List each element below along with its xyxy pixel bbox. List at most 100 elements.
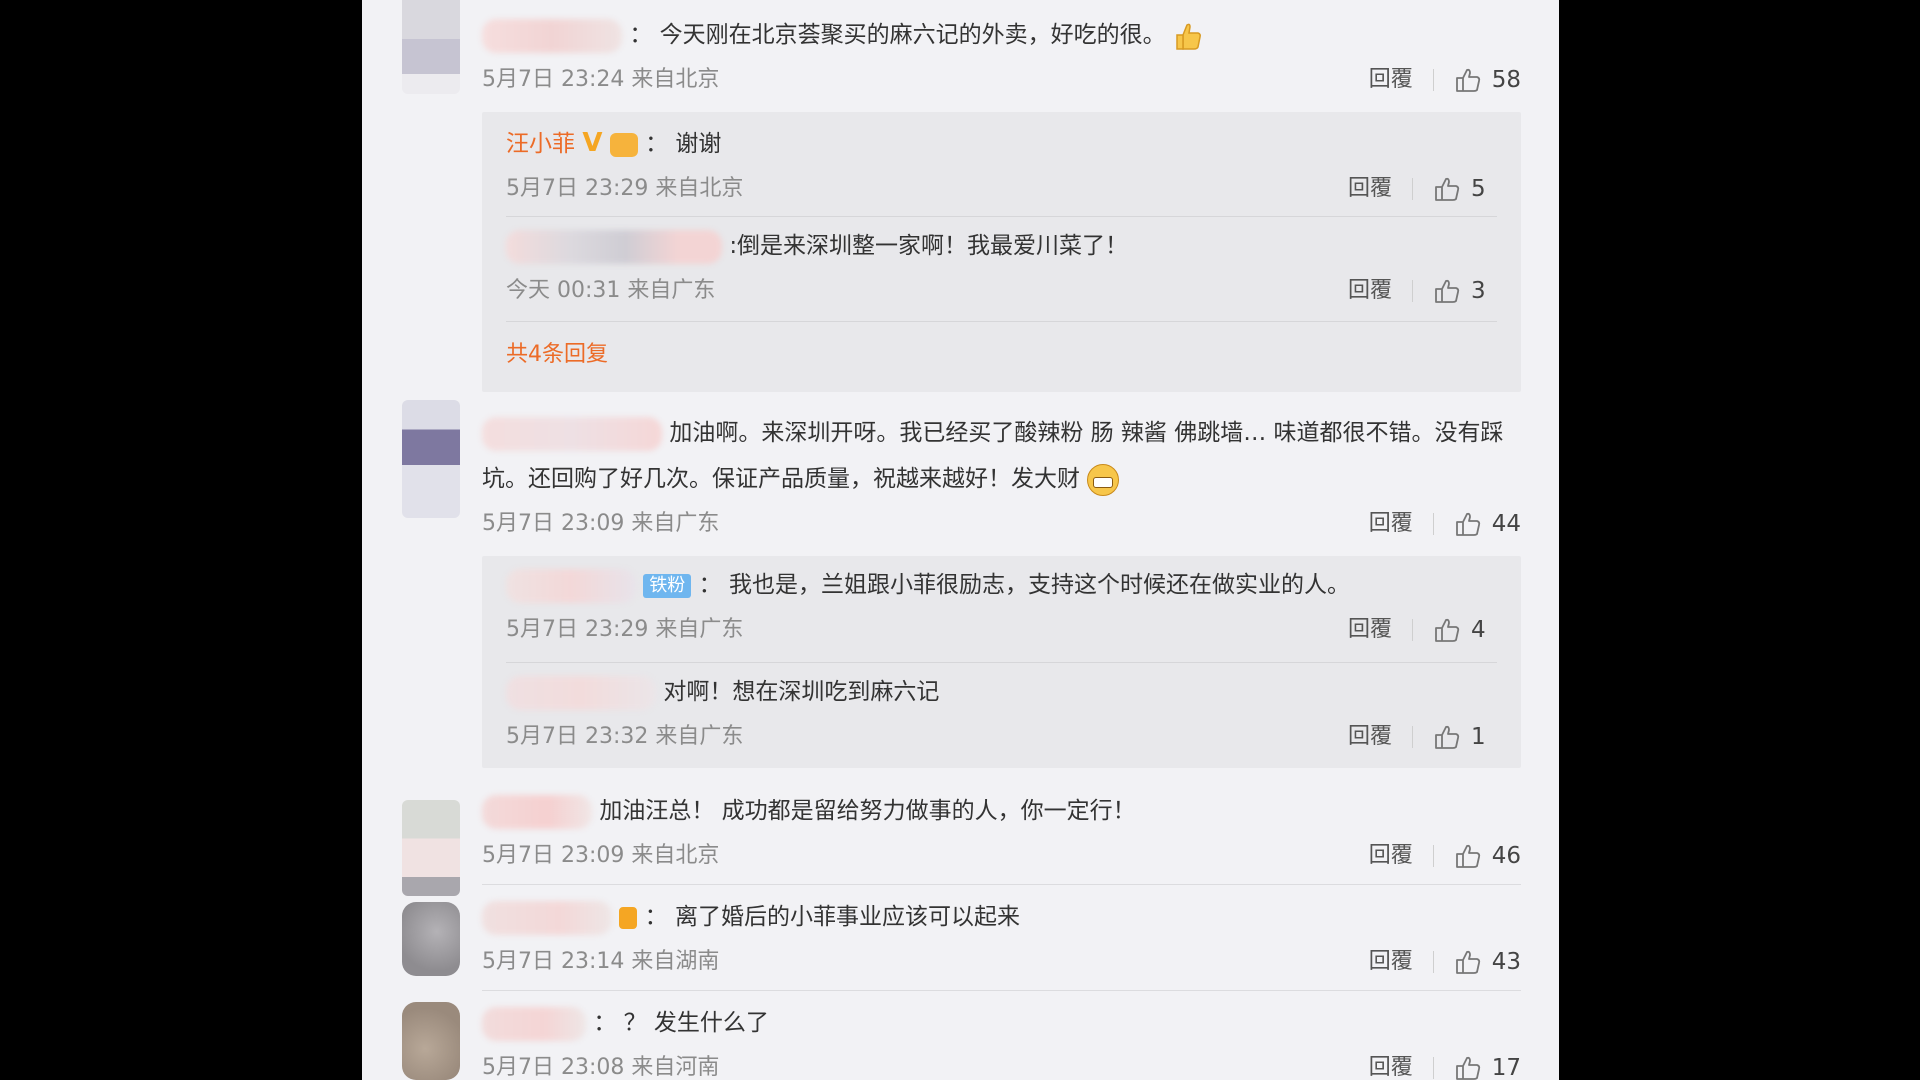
divider xyxy=(1432,513,1434,535)
reply-meta: 5月7日 23:32 来自广东 回覆 1 xyxy=(506,715,1497,759)
reply-button[interactable]: 回覆 xyxy=(1348,715,1392,759)
thumbs-up-icon xyxy=(1455,1056,1480,1080)
divider xyxy=(1432,845,1434,867)
comment-time: 5月7日 23:14 来自湖南 xyxy=(482,949,720,974)
comment-text: 今天刚在北京荟聚买的麻六记的外卖，好吃的很。 xyxy=(659,22,1166,48)
username-blurred[interactable] xyxy=(506,568,636,603)
comment-item: 加油啊。来深圳开呀。我已经买了酸辣粉 肠 辣酱 佛跳墙… 味道都很不错。没有踩坑… xyxy=(402,398,1521,770)
comment-text: 离了婚后的小菲事业应该可以起来 xyxy=(674,904,1020,930)
reply-button[interactable]: 回覆 xyxy=(1369,834,1413,878)
avatar[interactable] xyxy=(402,800,460,896)
like-button[interactable]: 58 xyxy=(1454,58,1521,102)
reply-text: 对啊！想在深圳吃到麻六记 xyxy=(663,679,940,705)
verified-v-icon: V xyxy=(582,128,603,158)
like-button[interactable]: 3 xyxy=(1433,269,1497,313)
colon: ： xyxy=(644,904,668,930)
avatar[interactable] xyxy=(402,400,460,518)
username-blurred[interactable] xyxy=(506,229,722,264)
like-count: 17 xyxy=(1491,1055,1521,1080)
thumbs-up-icon xyxy=(1455,844,1480,868)
like-button[interactable]: 43 xyxy=(1454,940,1521,984)
comment-meta: 5月7日 23:14 来自湖南 回覆 43 xyxy=(482,940,1521,984)
more-replies-row: 共4条回复 xyxy=(506,321,1497,392)
reply-content: 铁粉 ： 我也是，兰姐跟小菲很励志，支持这个时候还在做实业的人。 xyxy=(506,562,1497,608)
comment-time: 5月7日 23:09 来自北京 xyxy=(482,843,720,868)
avatar[interactable] xyxy=(402,0,460,94)
reply-button[interactable]: 回覆 xyxy=(1348,269,1392,313)
thumbs-up-icon xyxy=(1455,68,1480,92)
fan-badge-icon xyxy=(619,906,638,929)
comment-meta: 5月7日 23:24 来自北京 回覆 58 xyxy=(482,58,1521,102)
divider xyxy=(1412,178,1413,200)
like-button[interactable]: 5 xyxy=(1433,167,1497,211)
reply-meta: 5月7日 23:29 来自广东 回覆 4 xyxy=(506,608,1497,652)
comment-content: 加油啊。来深圳开呀。我已经买了酸辣粉 肠 辣酱 佛跳墙… 味道都很不错。没有踩坑… xyxy=(482,410,1521,502)
colon: ： xyxy=(629,22,653,48)
username-blurred[interactable] xyxy=(482,1006,586,1041)
reply-text: 我也是，兰姐跟小菲很励志，支持这个时候还在做实业的人。 xyxy=(728,572,1350,598)
reply-list: 铁粉 ： 我也是，兰姐跟小菲很励志，支持这个时候还在做实业的人。 5月7日 23… xyxy=(482,556,1521,768)
reply-time: 5月7日 23:29 来自北京 xyxy=(506,176,744,201)
grin-emoji xyxy=(1087,463,1120,496)
reply-item: :倒是来深圳整一家啊！我最爱川菜了！ 今天 00:31 来自广东 回覆 3 xyxy=(506,216,1497,321)
comment-item: ： 离了婚后的小菲事业应该可以起来 5月7日 23:14 来自湖南 回覆 43 xyxy=(402,894,1521,992)
thumbs-up-icon xyxy=(1435,177,1460,201)
comment-time: 5月7日 23:09 来自广东 xyxy=(482,511,720,536)
reply-button[interactable]: 回覆 xyxy=(1348,608,1392,652)
comment-text: 加油汪总！ 成功都是留给努力做事的人，你一定行！ xyxy=(599,798,1136,824)
comment-content: ： 离了婚后的小菲事业应该可以起来 xyxy=(482,894,1521,940)
username-blurred[interactable] xyxy=(482,18,622,53)
comments-panel: ： 今天刚在北京荟聚买的麻六记的外卖，好吃的很。 5月7日 23:24 来自北京… xyxy=(362,0,1559,1080)
like-count: 58 xyxy=(1491,67,1521,93)
reply-button[interactable]: 回覆 xyxy=(1369,940,1413,984)
like-count: 4 xyxy=(1471,617,1486,643)
like-count: 43 xyxy=(1491,949,1521,975)
comment-divider xyxy=(482,990,1521,991)
thumbs-up-icon xyxy=(1455,950,1480,974)
like-button[interactable]: 4 xyxy=(1433,608,1497,652)
reply-text: 谢谢 xyxy=(675,131,722,157)
thumbs-up-icon xyxy=(1435,618,1460,642)
username-blurred[interactable] xyxy=(482,900,612,935)
divider xyxy=(1412,280,1413,302)
username-blurred[interactable] xyxy=(482,416,662,451)
reply-item: 汪小菲 V ： 谢谢 5月7日 23:29 来自北京 回覆 5 xyxy=(506,112,1497,216)
thumbs-up-icon xyxy=(1435,279,1460,303)
username-blurred[interactable] xyxy=(482,794,592,829)
comment-meta: 5月7日 23:09 来自北京 回覆 46 xyxy=(482,834,1521,878)
divider xyxy=(1432,1057,1434,1079)
reply-button[interactable]: 回覆 xyxy=(1369,502,1413,546)
like-button[interactable]: 46 xyxy=(1454,834,1521,878)
comment-content: ： ？ 发生什么了 xyxy=(482,1000,1521,1046)
reply-meta: 今天 00:31 来自广东 回覆 3 xyxy=(506,269,1497,313)
reply-content: :倒是来深圳整一家啊！我最爱川菜了！ xyxy=(506,223,1497,269)
reply-text: :倒是来深圳整一家啊！我最爱川菜了！ xyxy=(729,233,1129,259)
username-blurred[interactable] xyxy=(506,675,656,710)
reply-button[interactable]: 回覆 xyxy=(1369,58,1413,102)
colon: ： xyxy=(593,1010,617,1036)
divider xyxy=(1412,726,1413,748)
comment-text: ？ 发生什么了 xyxy=(623,1010,769,1036)
reply-time: 5月7日 23:29 来自广东 xyxy=(506,617,744,642)
like-button[interactable]: 1 xyxy=(1433,715,1497,759)
reply-button[interactable]: 回覆 xyxy=(1369,1046,1413,1080)
comment-item: 加油汪总！ 成功都是留给努力做事的人，你一定行！ 5月7日 23:09 来自北京… xyxy=(402,788,1521,896)
fan-badge-icon xyxy=(609,132,638,157)
reply-button[interactable]: 回覆 xyxy=(1348,167,1392,211)
like-button[interactable]: 44 xyxy=(1454,502,1521,546)
colon: ： xyxy=(645,131,669,157)
thumbs-up-icon xyxy=(1435,725,1460,749)
comment-content: 加油汪总！ 成功都是留给努力做事的人，你一定行！ xyxy=(482,788,1521,834)
comment-item: ： ？ 发生什么了 5月7日 23:08 来自河南 回覆 17 xyxy=(402,1000,1521,1080)
more-replies-link[interactable]: 共4条回复 xyxy=(506,342,608,367)
thumbs-up-emoji xyxy=(1173,21,1203,51)
reply-list: 汪小菲 V ： 谢谢 5月7日 23:29 来自北京 回覆 5:倒是来深圳整一… xyxy=(482,112,1521,392)
reply-meta: 5月7日 23:29 来自北京 回覆 5 xyxy=(506,167,1497,211)
like-button[interactable]: 17 xyxy=(1454,1046,1521,1080)
reply-username[interactable]: 汪小菲 xyxy=(506,131,575,157)
avatar[interactable] xyxy=(402,1002,460,1080)
like-count: 5 xyxy=(1471,176,1486,202)
avatar[interactable] xyxy=(402,902,460,976)
divider xyxy=(1412,619,1413,641)
divider xyxy=(1432,951,1434,973)
